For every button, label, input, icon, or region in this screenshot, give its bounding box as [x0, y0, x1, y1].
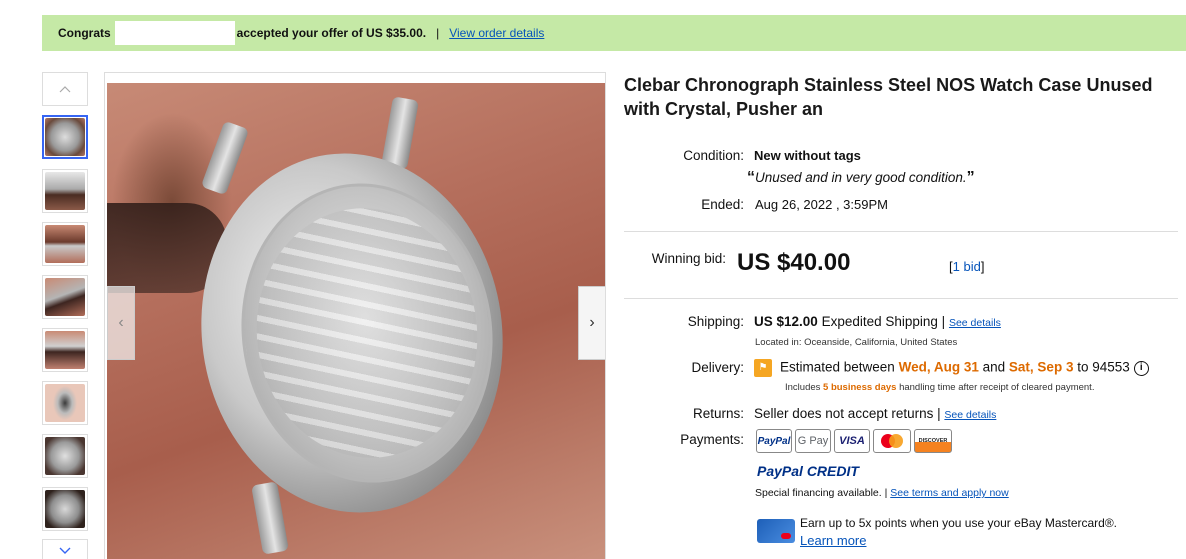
- condition-label: Condition:: [683, 148, 744, 163]
- paypal-logo: PayPal: [756, 429, 792, 453]
- ended-value: Aug 26, 2022 , 3:59PM: [755, 197, 888, 212]
- thumbnail-2[interactable]: [42, 169, 88, 213]
- thumbnail-6[interactable]: [42, 381, 88, 425]
- thumbnail-1[interactable]: [42, 115, 88, 159]
- chevron-down-icon[interactable]: [42, 539, 88, 559]
- mastercard-logo: [873, 429, 911, 453]
- mastercard-promo-text: Earn up to 5x points when you use your e…: [800, 516, 1118, 530]
- payments-label: Payments:: [680, 432, 744, 447]
- bid-count: [1 bid]: [949, 259, 985, 274]
- winning-bid-row: Winning bid: US $40.00 [1 bid]: [624, 249, 1178, 283]
- discover-logo: DISCOVER: [914, 429, 952, 453]
- banner-message: accepted your offer of US $35.00.: [236, 26, 427, 40]
- delivery-row: Delivery: ⚑ Estimated between Wed, Aug 31…: [624, 359, 1184, 380]
- chevron-left-icon[interactable]: ‹: [107, 286, 135, 360]
- ebay-mastercard-icon: [757, 519, 795, 543]
- google-pay-logo: G Pay: [795, 429, 831, 453]
- redacted-username: [114, 21, 235, 45]
- delivery-date-end: Sat, Sep 3: [1008, 359, 1074, 375]
- ended-row: Ended: Aug 26, 2022 , 3:59PM: [624, 197, 1178, 217]
- returns-row: Returns: Seller does not accept returns …: [624, 406, 1178, 426]
- shipping-label: Shipping:: [687, 314, 744, 329]
- shipping-price: US $12.00: [754, 314, 818, 329]
- chevron-up-icon[interactable]: [42, 72, 88, 106]
- view-order-details-link[interactable]: View order details: [449, 26, 544, 40]
- watch-case-photo: [107, 83, 605, 559]
- thumbnail-5[interactable]: [42, 328, 88, 372]
- item-location: Located in: Oceanside, California, Unite…: [755, 337, 958, 348]
- bid-history-link[interactable]: 1 bid: [953, 259, 981, 274]
- info-icon[interactable]: i: [1133, 360, 1149, 376]
- terms-apply-link[interactable]: See terms and apply now: [890, 487, 1008, 499]
- condition-value: New without tags: [754, 148, 861, 163]
- shipping-see-details-link[interactable]: See details: [949, 317, 1001, 329]
- divider: [624, 231, 1178, 232]
- handling-note: Includes 5 business days handling time a…: [785, 382, 1095, 393]
- financing-row: Special financing available. | See terms…: [755, 487, 1009, 499]
- delivery-value: ⚑ Estimated between Wed, Aug 31 and Sat, …: [754, 359, 1149, 377]
- shipping-method: Expedited Shipping: [821, 314, 938, 329]
- shipping-row: Shipping: US $12.00 Expedited Shipping |…: [624, 314, 1178, 334]
- winning-bid-label: Winning bid:: [651, 251, 726, 266]
- thumbnail-4[interactable]: [42, 275, 88, 319]
- divider: [624, 298, 1178, 299]
- shipping-value: US $12.00 Expedited Shipping | See detai…: [754, 314, 1001, 329]
- paypal-credit-logo: PayPal CREDIT: [757, 463, 859, 479]
- payments-row: Payments: PayPal G Pay VISA DISCOVER: [624, 429, 1178, 458]
- returns-see-details-link[interactable]: See details: [944, 409, 996, 421]
- chevron-right-icon[interactable]: ›: [578, 286, 605, 360]
- returns-label: Returns:: [692, 406, 744, 421]
- learn-more-link[interactable]: Learn more: [800, 533, 866, 548]
- condition-note-text: Unused and in very good condition.: [755, 170, 967, 185]
- condition-row: Condition: New without tags: [624, 148, 1178, 168]
- delivery-label: Delivery:: [691, 360, 744, 375]
- delivery-flag-icon: ⚑: [754, 359, 772, 377]
- thumbnail-8[interactable]: [42, 487, 88, 531]
- mastercard-promo: Earn up to 5x points when you use your e…: [757, 516, 1186, 550]
- main-product-image[interactable]: ‹ ›: [104, 72, 606, 559]
- payment-logos: PayPal G Pay VISA DISCOVER: [756, 429, 955, 453]
- delivery-zip: to 94553: [1077, 359, 1130, 375]
- thumbnail-3[interactable]: [42, 222, 88, 266]
- order-banner: Congrats accepted your offer of US $35.0…: [42, 15, 1186, 51]
- condition-note: “Unused and in very good condition.”: [747, 169, 975, 186]
- banner-prefix: Congrats: [58, 26, 111, 40]
- visa-logo: VISA: [834, 429, 870, 453]
- thumbnail-strip: [42, 72, 88, 559]
- banner-separator: |: [436, 26, 440, 40]
- delivery-date-start: Wed, Aug 31: [898, 359, 979, 375]
- ended-label: Ended:: [701, 197, 744, 212]
- returns-value: Seller does not accept returns | See det…: [754, 406, 997, 421]
- thumbnail-7[interactable]: [42, 434, 88, 478]
- winning-bid-value: US $40.00: [737, 249, 851, 276]
- item-title: Clebar Chronograph Stainless Steel NOS W…: [624, 75, 1153, 119]
